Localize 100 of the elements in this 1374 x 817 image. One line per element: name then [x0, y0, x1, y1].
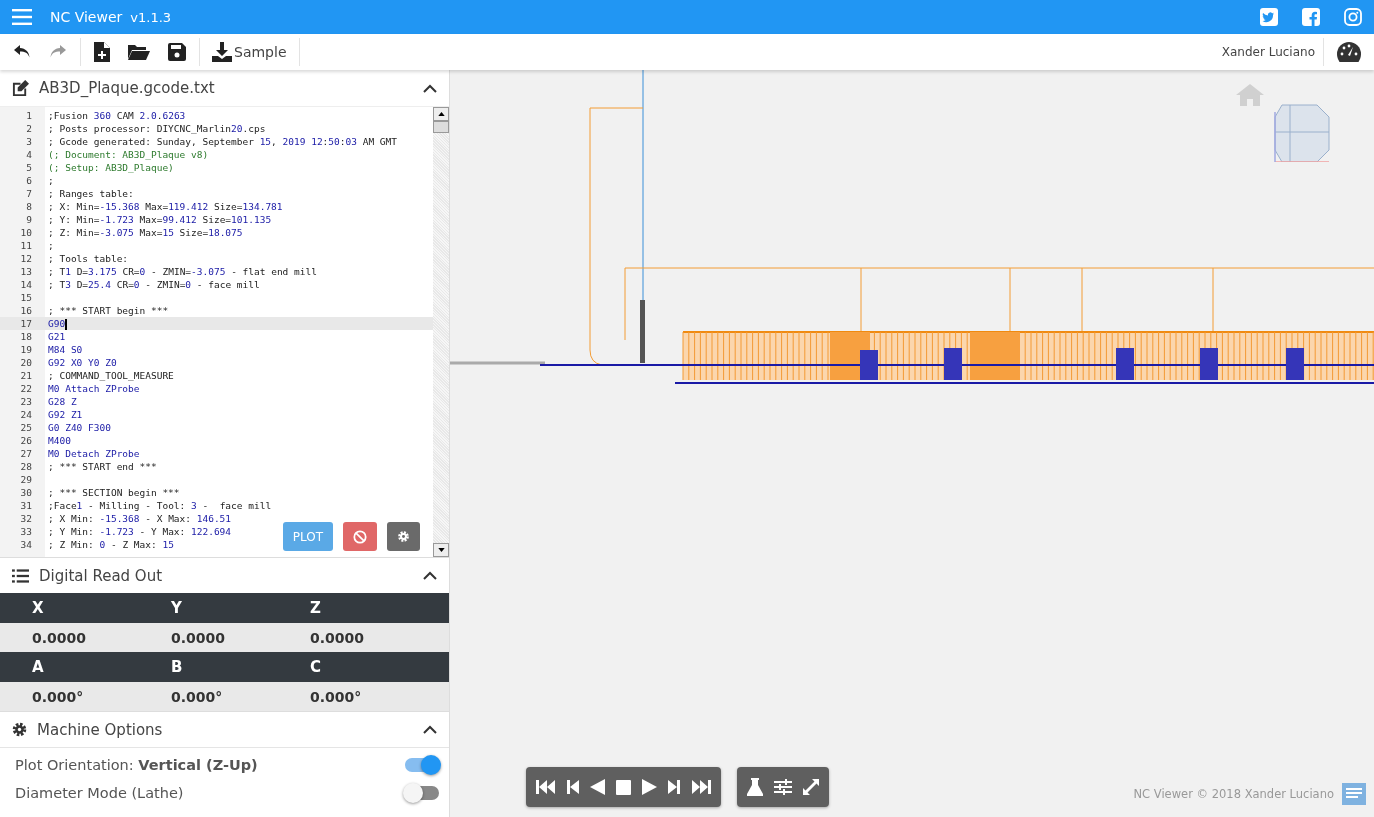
line-number: 9 — [25, 213, 32, 226]
copyright-text: NC Viewer © 2018 Xander Luciano — [1133, 787, 1334, 801]
menu-icon[interactable] — [12, 9, 32, 25]
file-name: AB3D_Plaque.gcode.txt — [39, 79, 216, 97]
axis-value: 0.0000 — [32, 629, 88, 646]
scroll-down-icon[interactable] — [437, 548, 445, 552]
code-line: (; Document: AB3D_Plaque v8) — [48, 148, 209, 161]
collapse-caret-icon[interactable] — [423, 83, 437, 93]
option-label: Plot Orientation: Vertical (Z-Up) — [15, 757, 258, 773]
code-line: G92 Z1 — [48, 408, 83, 421]
facebook-icon[interactable] — [1302, 8, 1320, 26]
collapse-caret-icon[interactable] — [423, 725, 437, 734]
code-line: G28 Z — [48, 395, 77, 408]
line-number: 26 — [19, 434, 32, 447]
code-line: ; COMMAND_TOOL_MEASURE — [48, 369, 174, 382]
collapse-caret-icon[interactable] — [423, 571, 437, 580]
folder-icon[interactable] — [128, 43, 150, 61]
toggle-switch[interactable] — [405, 786, 439, 800]
line-number: 1 — [25, 109, 32, 122]
viewport[interactable]: NC Viewer © 2018 Xander Luciano — [450, 70, 1374, 817]
skip-to-start-icon[interactable] — [536, 780, 556, 794]
line-number: 6 — [25, 174, 32, 187]
axis-label: Y — [171, 599, 183, 617]
flask-icon[interactable] — [747, 778, 763, 796]
line-number: 17 — [19, 317, 32, 330]
play-reverse-icon[interactable] — [590, 779, 605, 795]
line-number: 24 — [19, 408, 32, 421]
edit-icon — [12, 79, 29, 97]
stop-icon[interactable] — [616, 779, 631, 795]
instagram-icon[interactable] — [1344, 8, 1362, 26]
line-number: 14 — [19, 278, 32, 291]
line-number: 10 — [19, 226, 32, 239]
code-line: ; X: Min=-15.368 Max=119.412 Size=134.781 — [48, 200, 283, 213]
code-line: ; X Min: -15.368 - X Max: 146.51 — [48, 512, 232, 525]
code-line: ; Z Min: 0 - Z Max: 15 — [48, 538, 174, 551]
code-line: ; T1 D=3.175 CR=0 - ZMIN=-3.075 - flat end mill — [48, 265, 317, 278]
gear-icon — [12, 722, 27, 737]
settings-button[interactable] — [387, 522, 420, 551]
undo-icon[interactable] — [13, 44, 31, 60]
save-icon[interactable] — [168, 43, 186, 61]
scrollbar[interactable] — [433, 107, 449, 557]
expand-icon[interactable] — [803, 779, 819, 795]
axis-value: 0.000° — [171, 688, 224, 705]
line-number: 7 — [25, 187, 32, 200]
axis-label: B — [171, 658, 184, 676]
code-line: ; Y: Min=-1.723 Max=99.412 Size=101.135 — [48, 213, 272, 226]
line-number: 5 — [25, 161, 32, 174]
line-number: 16 — [19, 304, 32, 317]
sliders-icon[interactable] — [774, 779, 792, 795]
app-title: NC Viewer — [50, 9, 123, 25]
axis-label: X — [32, 599, 45, 617]
option-label: Diameter Mode (Lathe) — [15, 785, 184, 801]
twitter-icon[interactable] — [1260, 8, 1278, 26]
step-back-icon[interactable] — [567, 780, 579, 794]
line-number: 34 — [19, 538, 32, 551]
scrollbar-thumb[interactable] — [433, 121, 449, 133]
code-line: ; *** START begin *** — [48, 304, 169, 317]
code-editor[interactable] — [0, 106, 449, 557]
scroll-up-icon[interactable] — [437, 112, 445, 116]
line-number: 2 — [25, 122, 32, 135]
line-number: 19 — [19, 343, 32, 356]
code-line: ; Posts processor: DIYCNC_Marlin20.cps — [48, 122, 266, 135]
code-line: (; Setup: AB3D_Plaque) — [48, 161, 174, 174]
gauge-icon[interactable] — [1337, 42, 1361, 62]
settings-icon — [397, 530, 410, 543]
panel-title: Machine Options — [37, 720, 164, 739]
code-line: M84 S0 — [48, 343, 83, 356]
code-line: M400 — [48, 434, 71, 447]
play-icon[interactable] — [642, 779, 657, 795]
line-number: 29 — [19, 473, 32, 486]
plot-button[interactable]: PLOT — [283, 522, 333, 551]
line-number: 20 — [19, 356, 32, 369]
code-line: ;Fusion 360 CAM 2.0.6263 — [48, 109, 186, 122]
code-line: ; Ranges table: — [48, 187, 134, 200]
clear-button[interactable] — [343, 522, 377, 551]
list-icon — [12, 568, 29, 583]
code-line: G21 — [48, 330, 66, 343]
app-version: v1.1.3 — [130, 9, 172, 25]
code-line: ; Gcode generated: Sunday, September 15, 2019 12:50:03 AM GMT — [48, 135, 398, 148]
code-line: ; Tools table: — [48, 252, 129, 265]
line-number: 8 — [25, 200, 32, 213]
line-number: 30 — [19, 486, 32, 499]
code-line: ; Y Min: -1.723 - Y Max: 122.694 — [48, 525, 232, 538]
sample-button[interactable]: Sample — [208, 42, 291, 62]
line-number: 18 — [19, 330, 32, 343]
axis-value: 0.0000 — [171, 629, 227, 646]
step-forward-icon[interactable] — [668, 780, 680, 794]
code-line: ; *** SECTION begin *** — [48, 486, 180, 499]
line-number: 28 — [19, 460, 32, 473]
code-line: ; — [48, 174, 54, 187]
skip-to-end-icon[interactable] — [691, 780, 711, 794]
line-number: 25 — [19, 421, 32, 434]
code-line: ; T3 D=25.4 CR=0 - ZMIN=0 - face mill — [48, 278, 260, 291]
author-name: Xander Luciano — [1221, 45, 1315, 59]
line-number: 12 — [19, 252, 32, 265]
prohibited-icon — [353, 529, 367, 544]
new-file-icon[interactable] — [94, 42, 110, 62]
axis-value: 0.000° — [310, 688, 363, 705]
toggle-switch[interactable] — [405, 758, 439, 772]
line-number: 32 — [19, 512, 32, 525]
